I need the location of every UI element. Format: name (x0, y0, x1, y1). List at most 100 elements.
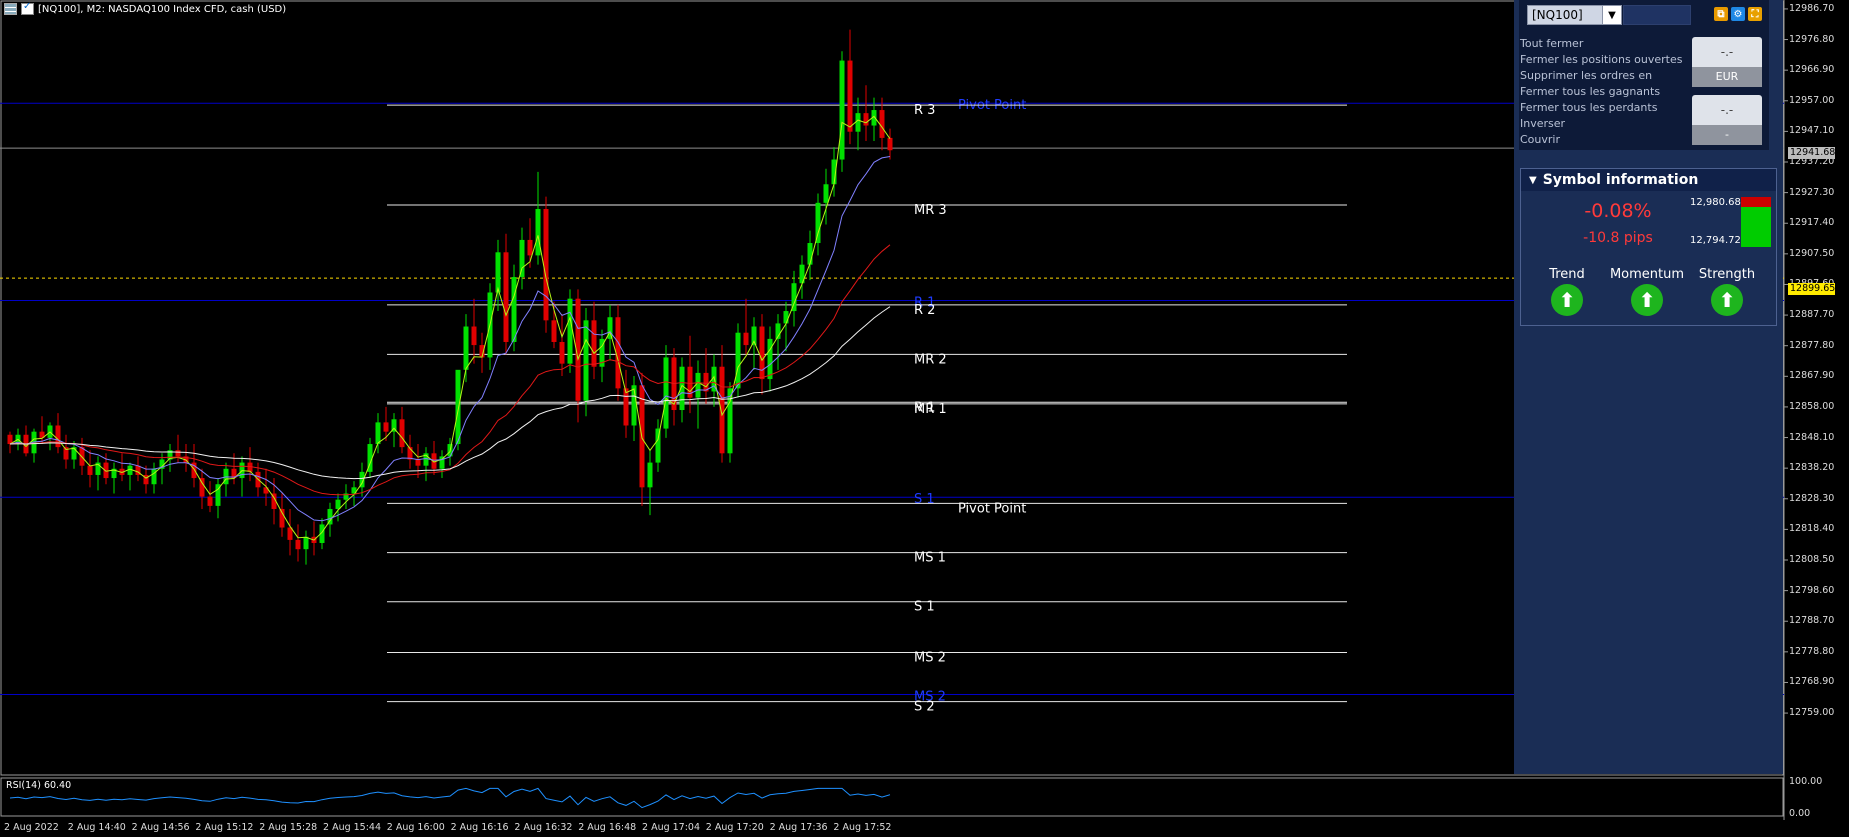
price-tick-label: 12808.50 (1789, 554, 1835, 565)
currency-button[interactable]: EUR (1692, 67, 1762, 87)
pivot-label: R 3 (914, 103, 935, 118)
candle-body (695, 372, 701, 398)
time-tick-label: 2 Aug 2022 (4, 822, 59, 833)
candle-body (511, 277, 517, 342)
menu-delete-orders[interactable]: Supprimer les ordres en (1520, 69, 1652, 82)
menu-reverse[interactable]: Inverser (1520, 117, 1565, 130)
pivot-label: MS 1 (914, 551, 946, 566)
day-low: 12,794.72 (1690, 235, 1741, 246)
price-tick-label: 12877.80 (1789, 339, 1835, 351)
symbol-select[interactable]: [NQ100] ▼ (1527, 5, 1622, 25)
chevron-down-icon[interactable]: ▼ (1602, 6, 1621, 24)
time-tick-label: 2 Aug 16:32 (514, 822, 573, 833)
candle-body (55, 425, 61, 448)
candle-body (175, 450, 181, 457)
candle-body (439, 456, 445, 469)
price-tick-label: 12818.40 (1789, 523, 1835, 535)
menu-close-winners[interactable]: Fermer tous les gagnants (1520, 85, 1660, 98)
trend-up-arrow-icon: ⬆ (1551, 284, 1583, 316)
candle-body (815, 202, 821, 244)
candle-body (399, 419, 405, 448)
menu-close-all[interactable]: Tout fermer (1520, 37, 1583, 50)
candle-body (87, 465, 93, 475)
price-tick-label: 12887.70 (1789, 309, 1835, 321)
menu-close-open-positions[interactable]: Fermer les positions ouvertes (1520, 53, 1683, 66)
copy-icon[interactable]: ⧉ (1714, 7, 1728, 21)
candle-body (503, 252, 509, 342)
chart-window-icon[interactable] (4, 3, 17, 15)
fullscreen-icon[interactable]: ⛶ (1748, 7, 1762, 21)
blue-pivot-label: S 1 (914, 492, 935, 507)
symbol-select-value: [NQ100] (1532, 8, 1583, 22)
candle-body (647, 462, 653, 488)
candle-body (207, 496, 213, 506)
change-percent: -0.08% (1584, 200, 1652, 222)
candle-body (583, 320, 589, 401)
candle-body (823, 184, 829, 203)
candle-body (471, 326, 477, 346)
time-tick-label: 2 Aug 16:16 (450, 822, 509, 833)
candle-body (623, 388, 629, 426)
candle-body (759, 326, 765, 380)
pivot-label: MR 2 (914, 352, 947, 367)
candle-body (783, 311, 789, 324)
time-tick-label: 2 Aug 17:36 (769, 822, 828, 833)
range-gauge-red (1741, 197, 1771, 207)
price-tick-label: 12759.00 (1789, 707, 1835, 719)
price-tick-label: 12858.00 (1789, 400, 1835, 412)
candle-body (383, 422, 389, 432)
candle-body (551, 320, 557, 342)
momentum-label: Momentum (1609, 267, 1685, 282)
lot-size-input[interactable] (1623, 5, 1691, 25)
price-tick-label: 12986.70 (1789, 2, 1835, 14)
candle-body (559, 341, 565, 364)
spread-button[interactable]: - (1692, 125, 1762, 145)
price-tick-label: 12778.80 (1789, 645, 1835, 657)
time-tick-label: 2 Aug 15:12 (195, 822, 254, 833)
symbol-info-header[interactable]: ▼ Symbol information (1521, 169, 1776, 191)
candle-body (855, 113, 861, 132)
price-tick-label: 12838.20 (1789, 462, 1835, 474)
candle-body (199, 478, 205, 497)
candle-body (591, 320, 597, 367)
sell-price-button[interactable]: -.- (1692, 37, 1762, 67)
strength-label: Strength (1698, 267, 1756, 282)
rsi-line (9, 787, 891, 809)
price-tick-label: 12768.90 (1789, 676, 1835, 688)
candle-body (735, 332, 741, 389)
candle-body (543, 209, 549, 321)
candle-body (887, 137, 893, 151)
time-tick-label: 2 Aug 16:48 (578, 822, 637, 833)
price-tick-label: 12848.10 (1789, 431, 1835, 443)
range-gauge-green (1741, 207, 1771, 247)
menu-hedge[interactable]: Couvrir (1520, 133, 1560, 146)
pivot-label: S 1 (914, 600, 935, 615)
pivot-label: MR 1 (914, 402, 947, 417)
candle-body (839, 60, 845, 160)
candle-body (567, 298, 573, 364)
symbol-info-title: Symbol information (1542, 172, 1699, 188)
collapse-triangle-icon[interactable]: ▼ (1529, 175, 1537, 186)
price-tick-label: 12788.70 (1789, 615, 1835, 627)
buy-price-button[interactable]: -.- (1692, 95, 1762, 125)
time-tick-label: 2 Aug 15:28 (259, 822, 318, 833)
blue-pivot-label: Pivot Point (958, 98, 1026, 113)
candle-body (663, 357, 669, 429)
time-tick-label: 2 Aug 17:04 (642, 822, 701, 833)
time-tick-label: 2 Aug 16:00 (386, 822, 445, 833)
candle-body (335, 499, 341, 509)
pivot-label: MS 2 (914, 650, 946, 665)
price-tick-label: 12976.80 (1789, 33, 1835, 45)
one-click-trading-checkbox-icon[interactable] (21, 1, 34, 15)
price-tick-label: 12966.90 (1789, 64, 1835, 76)
price-tick-label: 12927.30 (1789, 186, 1835, 198)
chart-title: [NQ100], M2: NASDAQ100 Index CFD, cash (… (38, 3, 287, 15)
menu-close-losers[interactable]: Fermer tous les perdants (1520, 101, 1657, 114)
change-pips: -10.8 pips (1583, 230, 1653, 246)
rsi-tick-label: 100.00 (1789, 776, 1823, 787)
rsi-title: RSI(14) 60.40 (6, 780, 72, 791)
gear-icon[interactable]: ⚙ (1731, 7, 1745, 21)
ma-fast-line (9, 115, 891, 541)
time-tick-label: 2 Aug 14:56 (131, 822, 190, 833)
rsi-tick-label: 0.00 (1789, 808, 1811, 819)
